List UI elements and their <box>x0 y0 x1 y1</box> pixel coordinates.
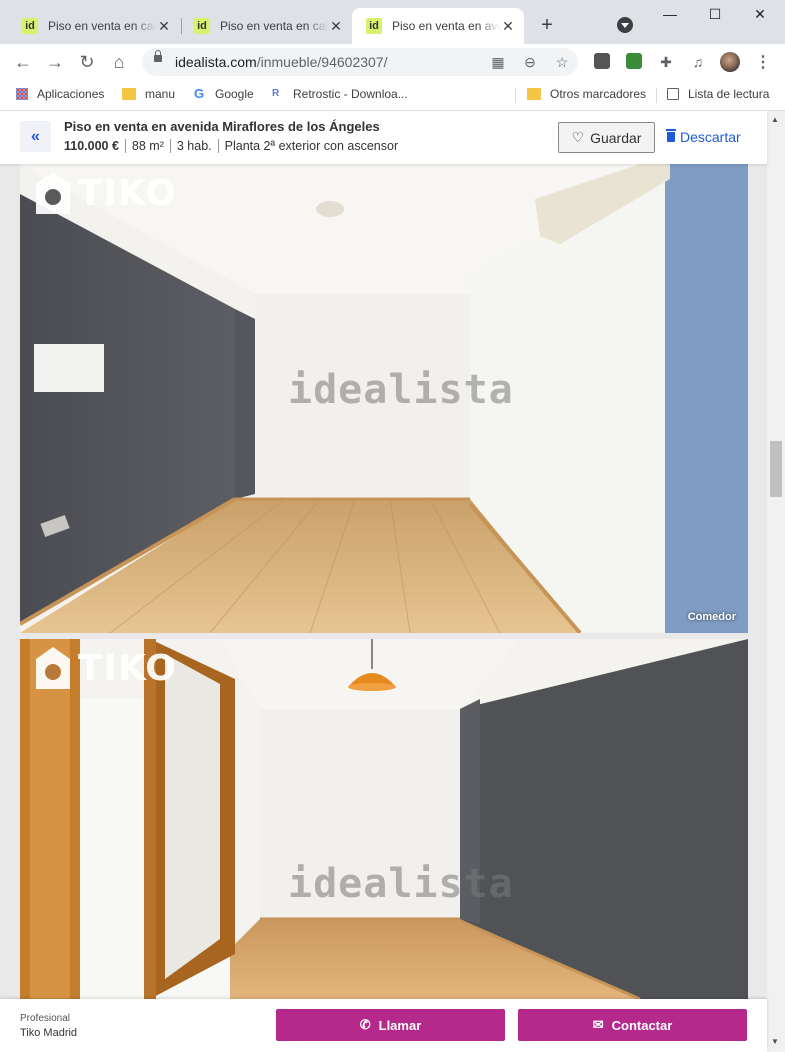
extension-2-icon[interactable] <box>626 53 642 69</box>
lock-icon <box>154 50 162 62</box>
tiko-logo-icon <box>36 172 70 214</box>
retrostic-icon: R <box>272 88 280 99</box>
page-viewport: « Piso en venta en avenida Miraflores de… <box>0 111 770 1052</box>
more-menu-icon[interactable]: ⋮ <box>755 52 771 72</box>
browser-tab-2[interactable]: id Piso en venta en calle ✕ <box>180 8 352 44</box>
tiko-watermark: TIKO <box>34 645 177 691</box>
listing-sticky-header: « Piso en venta en avenida Miraflores de… <box>0 111 767 164</box>
home-icon[interactable]: ⌂ <box>107 50 131 74</box>
folder-icon <box>527 88 541 100</box>
heart-icon: ♡ <box>571 129 585 145</box>
advertiser-type: Profesional <box>20 1013 71 1024</box>
address-bar[interactable]: idealista.com/inmueble/94602307/ ▦ ⊖ ☆ <box>142 48 578 76</box>
folder-icon <box>122 88 136 100</box>
google-icon: G <box>194 86 205 101</box>
listing-floor: Planta 2ª exterior con ascensor <box>217 139 404 153</box>
idealista-favicon-icon: id <box>194 18 210 34</box>
listing-rooms: 3 hab. <box>169 139 218 153</box>
save-button[interactable]: ♡ Guardar <box>558 122 655 153</box>
contact-button[interactable]: ✉ Contactar <box>518 1009 747 1041</box>
back-double-chevron-icon[interactable]: « <box>20 121 51 152</box>
close-tab-icon[interactable]: ✕ <box>328 18 344 35</box>
profile-avatar[interactable] <box>720 52 740 72</box>
idealista-favicon-icon: id <box>366 18 382 34</box>
listing-price: 110.000 € <box>64 139 119 153</box>
contact-bar: Profesional Tiko Madrid ✆ Llamar ✉ Conta… <box>0 999 767 1052</box>
listing-summary: 110.000 € 88 m² 3 hab. Planta 2ª exterio… <box>64 139 404 153</box>
browser-toolbar: ← → ↻ ⌂ idealista.com/inmueble/94602307/… <box>0 44 785 80</box>
room-photo-illustration <box>20 639 748 999</box>
tab-strip: id Piso en venta en calle ✕ id Piso en v… <box>0 0 785 44</box>
tab-title: Piso en venta en avenida <box>392 19 500 33</box>
browser-tab-3-active[interactable]: id Piso en venta en avenida ✕ <box>352 8 524 44</box>
idealista-watermark: idealista <box>288 367 514 413</box>
trash-icon <box>666 129 676 142</box>
chat-icon: ✉ <box>592 1017 604 1032</box>
idealista-watermark: idealista <box>288 861 514 907</box>
apps-grid-icon <box>16 88 28 100</box>
back-arrow-icon[interactable]: ← <box>11 50 35 74</box>
bookmark-google[interactable]: G Google <box>194 87 254 101</box>
browser-tab-1[interactable]: id Piso en venta en calle ✕ <box>8 8 180 44</box>
forward-arrow-icon[interactable]: → <box>43 50 67 74</box>
close-tab-icon[interactable]: ✕ <box>500 18 516 35</box>
bookmark-star-icon[interactable]: ☆ <box>554 54 570 70</box>
new-tab-icon[interactable]: + <box>536 14 558 37</box>
reading-list-icon <box>667 88 679 100</box>
window-close-icon[interactable]: ✕ <box>745 6 775 23</box>
listing-area: 88 m² <box>124 139 170 153</box>
scroll-down-icon[interactable]: ▼ <box>771 1037 779 1046</box>
scroll-thumb[interactable] <box>770 441 782 497</box>
bookmark-other[interactable]: Otros marcadores <box>527 87 646 101</box>
tiko-watermark: TIKO <box>34 170 177 216</box>
call-button[interactable]: ✆ Llamar <box>276 1009 505 1041</box>
tab-title: Piso en venta en calle <box>48 19 156 33</box>
media-control-icon[interactable]: ♫ <box>690 54 706 70</box>
extensions-puzzle-icon[interactable]: ✚ <box>658 54 674 70</box>
bookmark-retrostic[interactable]: R Retrostic - Downloa... <box>272 87 408 101</box>
close-tab-icon[interactable]: ✕ <box>156 18 172 35</box>
advertiser-name: Tiko Madrid <box>20 1027 78 1039</box>
listing-photo-1[interactable]: TIKO idealista Comedor <box>20 164 748 633</box>
scroll-up-icon[interactable]: ▲ <box>771 115 779 124</box>
maximize-icon[interactable]: ☐ <box>700 6 730 23</box>
phone-icon: ✆ <box>359 1017 371 1032</box>
discard-button[interactable]: Descartar <box>666 129 741 145</box>
bookmark-apps[interactable]: Aplicaciones <box>16 87 104 101</box>
zoom-icon[interactable]: ⊖ <box>522 54 538 70</box>
qr-code-icon[interactable]: ▦ <box>490 54 506 70</box>
page-scrollbar[interactable]: ▲ ▼ <box>767 111 785 1052</box>
minimize-icon[interactable]: — <box>655 6 685 22</box>
extension-1-icon[interactable] <box>594 53 610 69</box>
bookmarks-bar: Aplicaciones manu G Google R Retrostic -… <box>0 80 785 111</box>
tab-title: Piso en venta en calle <box>220 19 328 33</box>
bookmark-manu[interactable]: manu <box>122 87 175 101</box>
photo-caption: Comedor <box>687 611 736 623</box>
tab-search-icon[interactable] <box>617 17 633 33</box>
reload-icon[interactable]: ↻ <box>75 50 99 74</box>
tiko-logo-icon <box>36 647 70 689</box>
listing-photo-2[interactable]: TIKO idealista <box>20 639 748 999</box>
listing-title: Piso en venta en avenida Miraflores de l… <box>64 119 380 134</box>
url-text: idealista.com/inmueble/94602307/ <box>175 54 388 70</box>
reading-list[interactable]: Lista de lectura <box>667 87 769 101</box>
idealista-favicon-icon: id <box>22 18 38 34</box>
